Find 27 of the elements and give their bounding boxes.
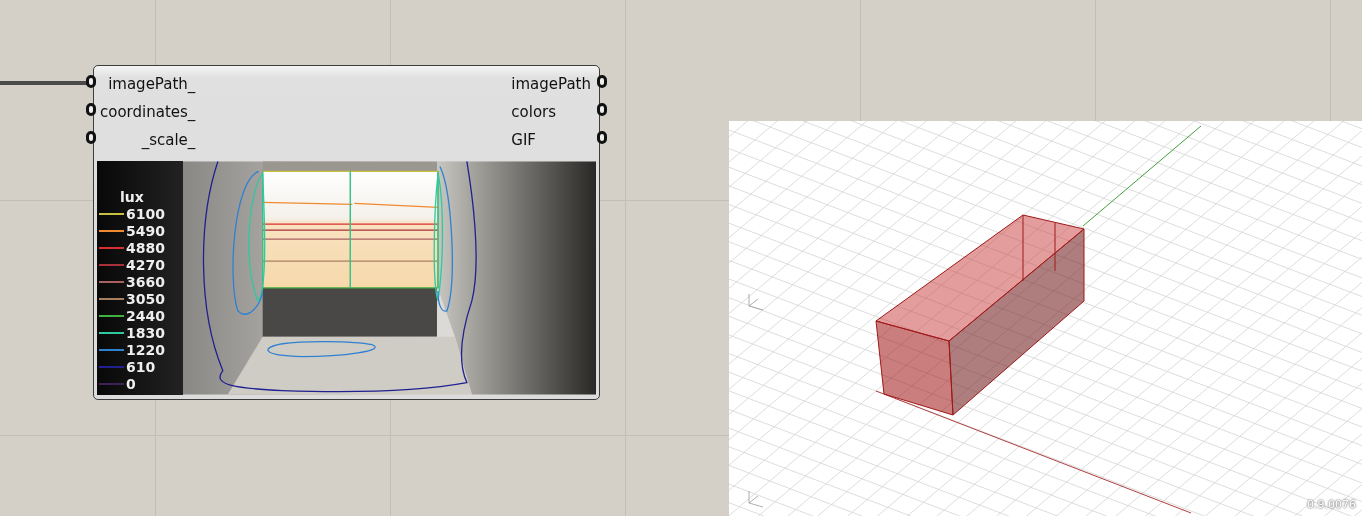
output-label: colors	[511, 102, 558, 123]
input-label: imagePath_	[107, 74, 196, 95]
legend-label: 2440	[125, 307, 165, 324]
output-label: GIF	[511, 130, 537, 151]
output-label: imagePath	[511, 74, 591, 95]
legend-label: 3050	[125, 290, 165, 307]
legend-title: lux	[119, 189, 145, 205]
legend-label: 1220	[125, 341, 165, 358]
input-label: _scale_	[140, 130, 196, 151]
input-port-icon[interactable]	[86, 103, 96, 116]
legend-label: 610	[125, 358, 156, 375]
output-port-icon[interactable]	[597, 131, 607, 144]
legend-label: 4270	[125, 256, 165, 273]
version-label: 0.9.0076	[1307, 496, 1356, 513]
legend-label: 3660	[125, 273, 165, 290]
input-port-icon[interactable]	[86, 75, 96, 88]
legend-label: 4880	[125, 239, 165, 256]
axis-icon	[748, 293, 764, 311]
input-label: coordinates_	[100, 102, 196, 123]
legend-label: 1830	[125, 324, 165, 341]
output-port-icon[interactable]	[597, 75, 607, 88]
legend-label: 5490	[125, 222, 165, 239]
output-port-icon[interactable]	[597, 103, 607, 116]
axis-icon	[748, 490, 764, 508]
input-port-icon[interactable]	[86, 131, 96, 144]
legend-label: 6100	[125, 205, 165, 222]
legend-label: 0	[125, 375, 136, 392]
